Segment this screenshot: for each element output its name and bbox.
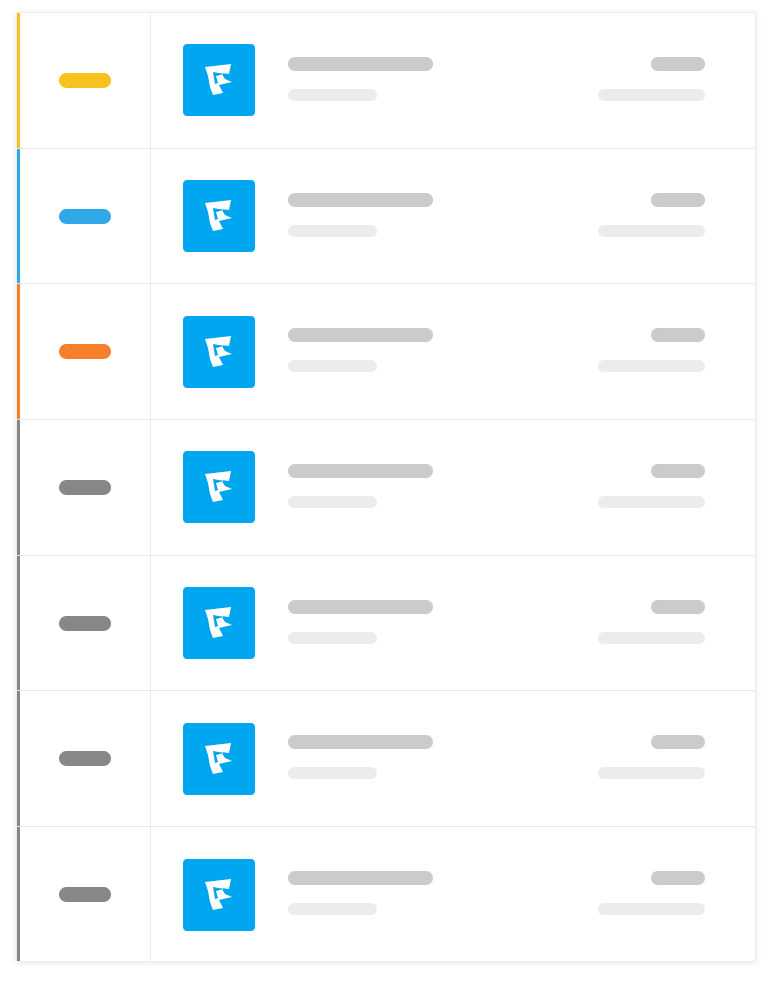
subtitle-placeholder <box>288 224 377 237</box>
meta-sub-placeholder <box>598 903 705 916</box>
app-logo-icon <box>183 451 255 524</box>
app-logo-icon <box>183 44 255 117</box>
item-content <box>151 556 755 691</box>
meta-placeholder <box>651 599 705 614</box>
subtitle-placeholder <box>288 767 377 780</box>
status-cell <box>17 420 151 555</box>
row-accent-strip <box>17 555 20 691</box>
title-placeholder <box>288 57 433 71</box>
status-cell <box>17 13 151 148</box>
status-pill <box>59 479 111 495</box>
meta-sub-placeholder <box>598 224 705 237</box>
item-content <box>151 149 755 284</box>
list-item-5[interactable] <box>17 555 755 692</box>
row-accent-strip <box>17 148 20 284</box>
title-placeholder <box>288 328 433 343</box>
item-list <box>16 12 756 962</box>
meta-sub-placeholder <box>598 631 705 644</box>
title-placeholder <box>288 464 433 479</box>
item-content <box>151 13 755 148</box>
item-content <box>151 691 755 826</box>
app-logo-icon <box>183 722 255 795</box>
meta-sub-placeholder <box>598 496 705 509</box>
status-cell <box>17 691 151 827</box>
status-pill <box>59 208 111 224</box>
subtitle-placeholder <box>288 903 377 916</box>
meta-sub-placeholder <box>598 767 705 780</box>
title-placeholder <box>288 599 433 614</box>
app-logo-icon <box>183 180 255 253</box>
status-cell <box>17 555 151 691</box>
meta-placeholder <box>651 735 705 750</box>
title-placeholder <box>288 871 433 886</box>
list-item-6[interactable] <box>17 691 755 828</box>
title-placeholder <box>288 735 433 750</box>
row-accent-strip <box>17 13 20 148</box>
row-accent-strip <box>17 284 20 420</box>
subtitle-placeholder <box>288 89 377 101</box>
meta-sub-placeholder <box>598 360 705 373</box>
title-placeholder <box>288 192 433 207</box>
status-cell <box>17 148 151 284</box>
item-content <box>151 420 755 555</box>
status-cell <box>17 827 151 961</box>
list-item-3[interactable] <box>17 284 755 421</box>
meta-sub-placeholder <box>598 89 705 101</box>
list-item-4[interactable] <box>17 420 755 556</box>
status-pill <box>59 72 111 88</box>
subtitle-placeholder <box>288 631 377 644</box>
status-pill <box>59 751 111 767</box>
item-content <box>151 284 755 419</box>
meta-placeholder <box>651 192 705 207</box>
app-logo-icon <box>183 587 255 660</box>
list-item-7[interactable] <box>17 827 755 961</box>
row-accent-strip <box>17 420 20 555</box>
row-accent-strip <box>17 691 20 827</box>
subtitle-placeholder <box>288 360 377 373</box>
meta-placeholder <box>651 57 705 71</box>
meta-placeholder <box>651 328 705 343</box>
app-logo-icon <box>183 858 255 931</box>
row-accent-strip <box>17 827 20 961</box>
status-pill <box>59 344 111 360</box>
list-item-1[interactable] <box>17 13 755 149</box>
app-logo-icon <box>183 315 255 388</box>
list-item-2[interactable] <box>17 148 755 285</box>
item-content <box>151 827 755 961</box>
subtitle-placeholder <box>288 496 377 509</box>
meta-placeholder <box>651 871 705 886</box>
status-cell <box>17 284 151 420</box>
status-pill <box>59 887 111 903</box>
status-pill <box>59 615 111 631</box>
meta-placeholder <box>651 464 705 479</box>
